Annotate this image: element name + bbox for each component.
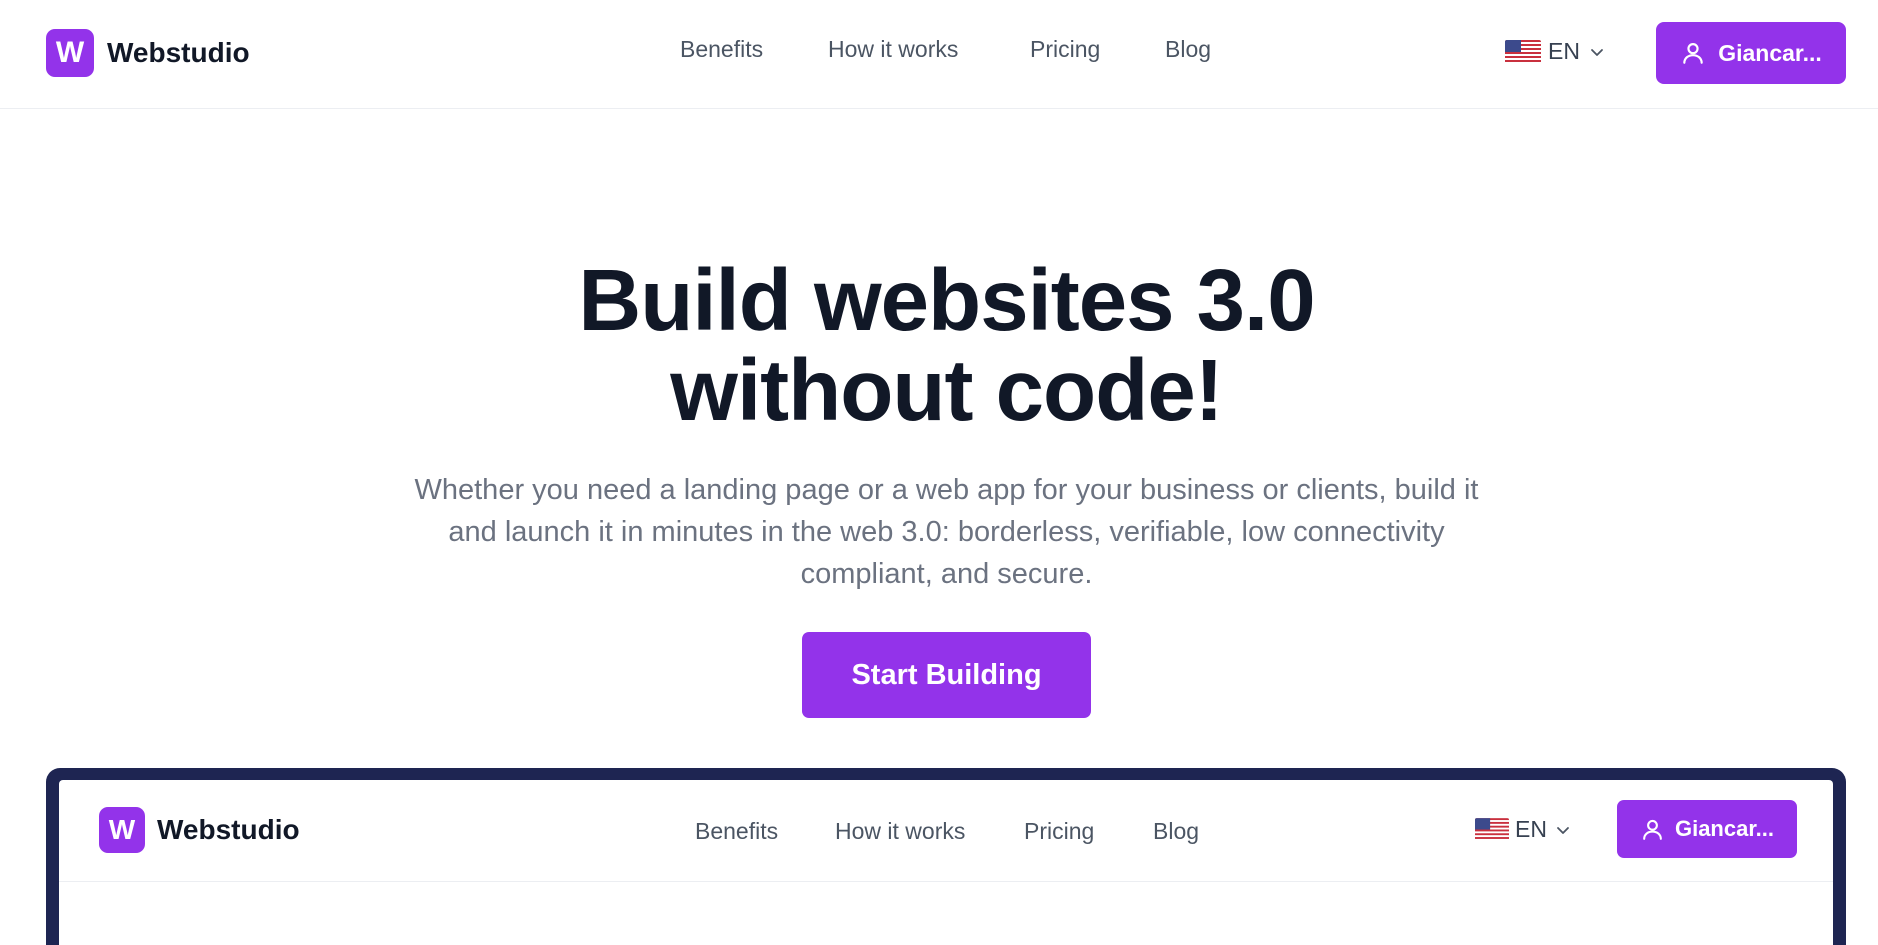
- us-flag-icon: [1505, 39, 1541, 64]
- hero-subtitle-line-1: Whether you need a landing page or a web…: [414, 474, 1479, 506]
- chevron-down-icon: [1557, 826, 1569, 834]
- preview-nav-how-it-works[interactable]: How it works: [835, 818, 965, 845]
- chevron-down-icon: [1591, 48, 1603, 56]
- site-header: W Webstudio Benefits How it works Pricin…: [0, 0, 1878, 109]
- nav-blog[interactable]: Blog: [1165, 36, 1211, 63]
- hero-title-line-1: Build websites 3.0: [578, 252, 1315, 349]
- preview-nav-pricing[interactable]: Pricing: [1024, 818, 1094, 845]
- nav-pricing[interactable]: Pricing: [1030, 36, 1100, 63]
- hero-title-line-2: without code!: [670, 342, 1223, 439]
- preview-user-button-label: Giancar...: [1674, 816, 1775, 841]
- nav-how-it-works[interactable]: How it works: [828, 36, 958, 63]
- preview-logo-text: Webstudio: [157, 814, 300, 845]
- user-icon: [1643, 819, 1662, 840]
- product-preview-screen: W Webstudio Benefits How it works Pricin…: [59, 780, 1833, 945]
- preview-header: W Webstudio Benefits How it works Pricin…: [59, 780, 1833, 882]
- hero-title: Build websites 3.0 without code!: [0, 256, 1878, 436]
- product-preview-frame: W Webstudio Benefits How it works Pricin…: [46, 768, 1846, 945]
- nav-benefits[interactable]: Benefits: [680, 36, 763, 63]
- hero-subtitle-line-2: and launch it in minutes in the web 3.0:…: [448, 516, 1445, 548]
- preview-user-account-button[interactable]: Giancar...: [1617, 800, 1797, 858]
- preview-language-selector[interactable]: EN: [1475, 816, 1571, 843]
- preview-nav-benefits[interactable]: Benefits: [695, 818, 778, 845]
- preview-language-label: EN: [1515, 816, 1547, 842]
- preview-nav-blog[interactable]: Blog: [1153, 818, 1199, 845]
- hero-subtitle: Whether you need a landing page or a web…: [380, 469, 1513, 595]
- us-flag-icon: [1475, 818, 1509, 841]
- start-building-button[interactable]: Start Building: [802, 632, 1091, 718]
- language-label: EN: [1548, 38, 1580, 64]
- user-button-label: Giancar...: [1718, 39, 1822, 66]
- preview-logo[interactable]: W Webstudio: [99, 807, 300, 853]
- language-selector[interactable]: EN: [1505, 38, 1605, 65]
- preview-logo-mark: W: [99, 807, 145, 853]
- hero-subtitle-line-3: compliant, and secure.: [800, 558, 1093, 590]
- user-icon: [1683, 43, 1703, 64]
- page: W Webstudio Benefits How it works Pricin…: [0, 0, 1878, 945]
- user-account-button[interactable]: Giancar...: [1656, 22, 1846, 84]
